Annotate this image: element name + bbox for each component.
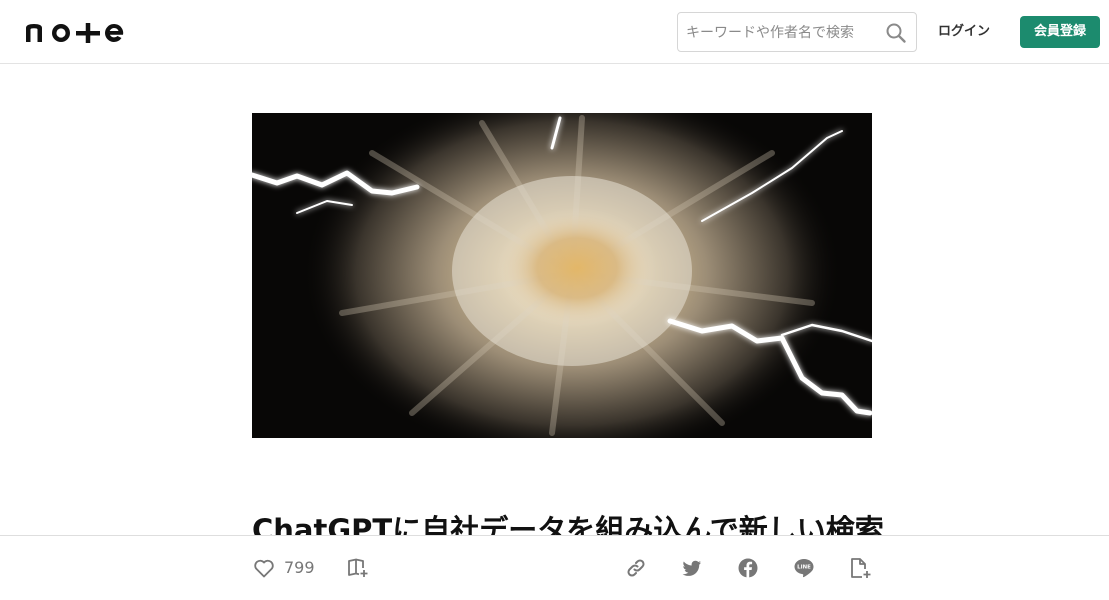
signup-button[interactable]: 会員登録 [1020, 16, 1100, 48]
login-button[interactable]: ログイン [930, 20, 998, 44]
note-logo[interactable] [24, 20, 124, 44]
link-icon[interactable] [624, 556, 648, 580]
twitter-icon[interactable] [680, 556, 704, 580]
search-box [677, 12, 917, 52]
action-bar: 799 LINE [0, 535, 1109, 600]
magazine-add-icon[interactable] [346, 556, 370, 580]
like-count: 799 [284, 558, 315, 577]
site-header: ログイン 会員登録 [0, 0, 1109, 64]
facebook-icon[interactable] [736, 556, 760, 580]
line-icon[interactable]: LINE [792, 556, 816, 580]
search-input[interactable] [686, 22, 882, 44]
eyecatch-image [252, 113, 872, 438]
svg-text:LINE: LINE [797, 565, 811, 571]
search-icon[interactable] [885, 22, 907, 44]
heart-icon[interactable] [252, 556, 276, 580]
embed-icon[interactable] [848, 556, 872, 580]
